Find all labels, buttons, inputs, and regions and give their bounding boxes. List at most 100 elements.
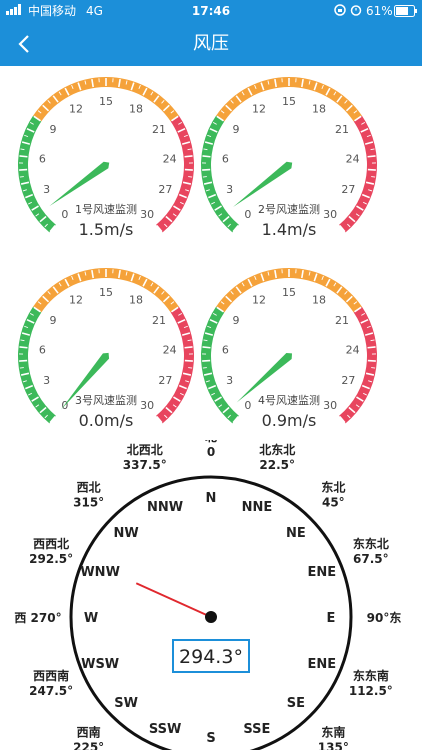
gauge-tick-label: 6 [39, 152, 46, 165]
compass-outer-name: 90°东 [367, 610, 402, 625]
compass-outer-name: 东东北 [353, 536, 389, 551]
gauge-tick-label: 6 [222, 152, 229, 165]
gauge-tick-label: 27 [158, 374, 172, 387]
compass-outer-degree: 0 [207, 445, 215, 459]
compass-center-dot [205, 611, 217, 623]
heading-value: 294.3° [179, 646, 243, 668]
gauge-tick [19, 176, 24, 178]
battery-percent: 61% [366, 4, 393, 18]
battery-icon [394, 5, 418, 20]
compass-degree-label: 东北45° [321, 480, 345, 510]
gauge-tick-label: 12 [252, 102, 266, 115]
gauge-tick-label: 27 [158, 183, 172, 196]
compass-outer-name: 北东北 [259, 442, 295, 457]
gauge-tick-label: 6 [222, 343, 229, 356]
wind-gauge: 03 6 9 12 15 18 21 24 27 303号风速监测 0.0m/s [18, 268, 195, 430]
gauge-tick-label: 18 [129, 293, 143, 306]
compass-degree-label: 西 270° [14, 611, 61, 625]
gauge-tick-label: 30 [140, 399, 154, 412]
gauge-tick [202, 176, 207, 178]
gauge-tick-label: 21 [335, 123, 349, 136]
compass-direction-label: SSW [149, 722, 181, 737]
gauge-tick-label: 21 [335, 314, 349, 327]
gauge-tick-label: 0 [61, 208, 68, 221]
gauge-tick-label: 15 [282, 95, 296, 108]
compass-outer-degree: 225° [73, 740, 104, 750]
gauge-label: 2号风速监测 [258, 203, 320, 216]
gauge-tick-label: 21 [152, 123, 166, 136]
compass-direction-label: S [206, 731, 215, 746]
gauge-value: 1.4m/s [262, 220, 317, 239]
compass-degree-label: 北西北337.5° [123, 442, 167, 472]
compass-direction-label: ENE [308, 657, 337, 672]
lock-rotation-icon [334, 4, 346, 19]
compass-direction-label: WNW [80, 565, 120, 580]
gauge-tick-label: 9 [49, 314, 56, 327]
gauge-tick [202, 155, 211, 158]
gauge-panel: 0369121518212427301号风速监测1.5m/s0369121518… [18, 76, 378, 430]
wind-direction-compass: NNNENEENEEENESESSESSSWSWWSWWWNWNWNNW北0北东… [14, 440, 402, 750]
gauge-tick-label: 12 [252, 293, 266, 306]
compass-outer-degree: 292.5° [29, 552, 73, 566]
gauge-value: 0.9m/s [262, 411, 317, 430]
gauge-tick-label: 30 [323, 399, 337, 412]
gauge-tick [184, 155, 193, 158]
compass-direction-label: SE [287, 696, 305, 711]
gauge-needle [49, 161, 110, 207]
gauge-tick-label: 9 [49, 123, 56, 136]
compass-outer-name: 北西北 [127, 442, 163, 457]
compass-outer-name: 西北 [77, 480, 101, 495]
compass-outer-name: 西西南 [33, 668, 69, 683]
gauge-tick-label: 18 [312, 293, 326, 306]
compass-degree-label: 90°东 [367, 610, 402, 625]
alarm-icon [350, 4, 362, 19]
gauge-tick-label: 21 [152, 314, 166, 327]
compass-outer-name: 东东南 [353, 668, 389, 683]
compass-direction-label: NNW [147, 500, 183, 515]
compass-outer-degree: 45° [322, 496, 345, 510]
gauge-tick-label: 0 [244, 399, 251, 412]
compass-outer-degree: 315° [73, 496, 104, 510]
gauge-tick [202, 346, 211, 349]
compass-degree-label: 东南135° [318, 724, 349, 750]
gauge-needle [233, 161, 293, 208]
gauge-tick-label: 6 [39, 343, 46, 356]
gauge-tick-label: 27 [341, 183, 355, 196]
compass-outer-degree: 22.5° [259, 458, 295, 472]
wind-gauge: 03 6 9 12 15 18 21 24 27 301号风速监测 1.5m/s [18, 76, 194, 239]
wind-gauge: 03 6 9 12 15 18 21 24 27 302号风速监测 1.4m/s [200, 76, 378, 239]
gauge-tick-label: 15 [282, 286, 296, 299]
gauge-tick [19, 346, 28, 349]
compass-outer-name: 北 [205, 440, 217, 444]
gauge-value: 1.5m/s [79, 220, 134, 239]
compass-degree-label: 北东北22.5° [259, 442, 295, 472]
gauge-value: 0.0m/s [79, 411, 134, 430]
gauge-tick-label: 24 [346, 343, 360, 356]
nav-bar: 风压 [0, 22, 422, 66]
gauge-tick-label: 0 [61, 399, 68, 412]
gauge-tick [371, 367, 376, 369]
compass-outer-degree: 135° [318, 740, 349, 750]
gauge-label: 4号风速监测 [258, 394, 320, 407]
compass-direction-label: SSE [243, 722, 270, 737]
gauge-tick-label: 24 [163, 152, 177, 165]
gauge-tick [188, 367, 193, 369]
gauge-tick-label: 12 [69, 102, 83, 115]
page-title: 风压 [193, 33, 229, 54]
compass-degree-label: 西西北292.5° [29, 536, 73, 566]
compass-degree-label: 西南225° [73, 724, 104, 750]
gauge-tick-label: 24 [346, 152, 360, 165]
gauge-tick-label: 15 [99, 95, 113, 108]
compass-direction-label: SW [114, 696, 138, 711]
compass-direction-label: W [84, 611, 98, 626]
compass-outer-name: 西南 [77, 724, 101, 739]
wind-gauge: 03 6 9 12 15 18 21 24 27 304号风速监测 0.9m/s [201, 268, 378, 430]
gauge-tick-label: 12 [69, 293, 83, 306]
gauge-tick [184, 346, 193, 349]
compass-direction-label: NNE [242, 500, 273, 515]
compass-degree-label: 西北315° [73, 480, 104, 510]
compass-outer-name: 西 270° [14, 611, 61, 625]
compass-outer-degree: 337.5° [123, 458, 167, 472]
compass-direction-label: NW [114, 526, 139, 541]
gauge-tick-label: 18 [129, 102, 143, 115]
